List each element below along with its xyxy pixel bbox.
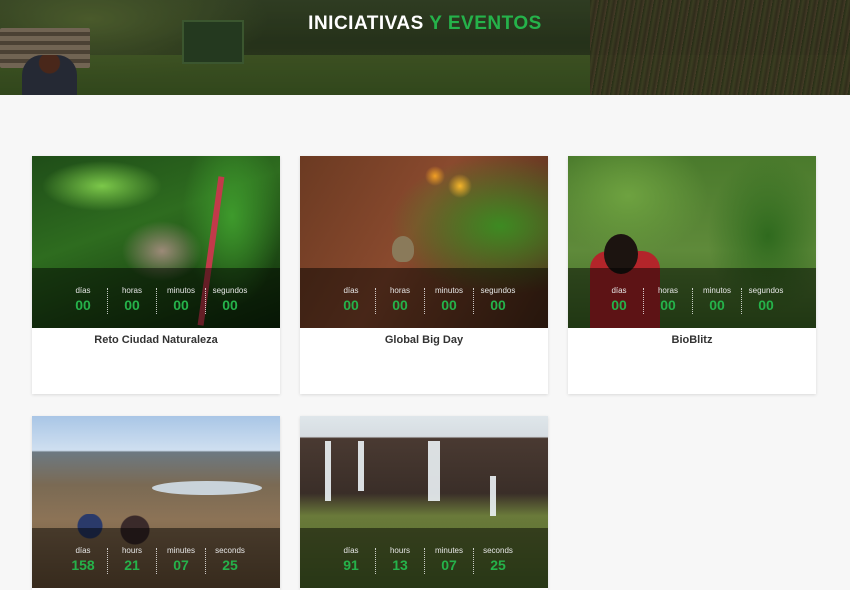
- event-title[interactable]: BioBlitz: [568, 328, 816, 346]
- countdown-minutes: minutos 00: [693, 286, 741, 314]
- countdown-value: 25: [222, 557, 238, 573]
- event-card-reto-ciudad-naturaleza[interactable]: días 00 horas 00 minutos 00 segundos 00 …: [32, 156, 280, 394]
- countdown-label: minutes: [166, 546, 195, 555]
- countdown-days: días 00: [59, 286, 107, 314]
- countdown-label: segundos: [480, 286, 516, 295]
- countdown-hours: horas 00: [644, 286, 692, 314]
- countdown-label: minutos: [702, 286, 731, 295]
- countdown-hours: hours 21: [108, 546, 156, 574]
- countdown-value: 00: [75, 297, 91, 313]
- countdown-label: días: [343, 546, 359, 555]
- countdown-label: minutos: [434, 286, 463, 295]
- countdown-label: horas: [657, 286, 678, 295]
- event-image[interactable]: días 158 hours 21 minutes 07 seconds 25: [32, 416, 280, 588]
- countdown-label: segundos: [748, 286, 784, 295]
- countdown-label: horas: [389, 286, 410, 295]
- countdown-label: días: [611, 286, 627, 295]
- countdown-value: 158: [71, 557, 95, 573]
- countdown-days: días 158: [59, 546, 107, 574]
- countdown-label: hours: [389, 546, 410, 555]
- countdown-timer: días 158 hours 21 minutes 07 seconds 25: [32, 528, 280, 588]
- countdown-value: 07: [441, 557, 457, 573]
- countdown-seconds: seconds 25: [206, 546, 254, 574]
- page-title: INICIATIVAS Y EVENTOS: [0, 13, 850, 35]
- image-waterfall: [325, 441, 331, 501]
- countdown-value: 21: [124, 557, 140, 573]
- event-image[interactable]: días 00 horas 00 minutos 00 segundos 00: [32, 156, 280, 328]
- hero-banner: INICIATIVAS Y EVENTOS: [0, 0, 850, 95]
- event-image[interactable]: días 00 horas 00 minutos 00 segundos 00: [568, 156, 816, 328]
- countdown-value: 00: [222, 297, 238, 313]
- countdown-label: días: [343, 286, 359, 295]
- event-image[interactable]: días 00 horas 00 minutos 00 segundos 00: [300, 156, 548, 328]
- countdown-minutes: minutos 00: [425, 286, 473, 314]
- countdown-label: días: [75, 286, 91, 295]
- countdown-days: días 91: [327, 546, 375, 574]
- countdown-label: hours: [121, 546, 142, 555]
- event-card-global-big-day[interactable]: días 00 horas 00 minutos 00 segundos 00 …: [300, 156, 548, 394]
- countdown-hours: horas 00: [376, 286, 424, 314]
- event-title[interactable]: Global Big Day: [300, 328, 548, 346]
- image-hummingbird: [392, 236, 414, 262]
- image-waterfall: [490, 476, 496, 516]
- countdown-value: 00: [173, 297, 189, 313]
- countdown-timer: días 91 hours 13 minutes 07 seconds 25: [300, 528, 548, 588]
- countdown-value: 25: [490, 557, 506, 573]
- countdown-seconds: seconds 25: [474, 546, 522, 574]
- countdown-hours: hours 13: [376, 546, 424, 574]
- countdown-minutes: minutes 07: [425, 546, 473, 574]
- countdown-value: 91: [343, 557, 359, 573]
- image-lake: [152, 481, 262, 495]
- event-card-mountains[interactable]: días 158 hours 21 minutes 07 seconds 25: [32, 416, 280, 590]
- countdown-value: 00: [392, 297, 408, 313]
- countdown-value: 00: [758, 297, 774, 313]
- countdown-label: días: [75, 546, 91, 555]
- countdown-value: 00: [490, 297, 506, 313]
- countdown-label: minutes: [434, 546, 463, 555]
- countdown-value: 00: [124, 297, 140, 313]
- countdown-value: 00: [343, 297, 359, 313]
- countdown-hours: horas 00: [108, 286, 156, 314]
- event-card-bioblitz[interactable]: días 00 horas 00 minutos 00 segundos 00 …: [568, 156, 816, 394]
- countdown-label: minutos: [166, 286, 195, 295]
- countdown-value: 00: [660, 297, 676, 313]
- event-image[interactable]: días 91 hours 13 minutes 07 seconds 25: [300, 416, 548, 588]
- countdown-seconds: segundos 00: [742, 286, 790, 314]
- countdown-value: 07: [173, 557, 189, 573]
- image-waterfall: [358, 441, 364, 491]
- countdown-timer: días 00 horas 00 minutos 00 segundos 00: [300, 268, 548, 328]
- page-title-accent: Y EVENTOS: [429, 13, 542, 34]
- countdown-value: 13: [392, 557, 408, 573]
- event-title[interactable]: Reto Ciudad Naturaleza: [32, 328, 280, 346]
- countdown-seconds: segundos 00: [206, 286, 254, 314]
- countdown-value: 00: [441, 297, 457, 313]
- countdown-label: segundos: [212, 286, 248, 295]
- countdown-days: días 00: [327, 286, 375, 314]
- event-card-waterfall[interactable]: días 91 hours 13 minutes 07 seconds 25: [300, 416, 548, 590]
- image-waterfall: [428, 441, 440, 501]
- countdown-seconds: segundos 00: [474, 286, 522, 314]
- page-title-main: INICIATIVAS: [308, 13, 424, 34]
- countdown-timer: días 00 horas 00 minutos 00 segundos 00: [32, 268, 280, 328]
- countdown-days: días 00: [595, 286, 643, 314]
- countdown-value: 00: [611, 297, 627, 313]
- countdown-minutes: minutos 00: [157, 286, 205, 314]
- countdown-minutes: minutes 07: [157, 546, 205, 574]
- countdown-label: horas: [121, 286, 142, 295]
- countdown-label: seconds: [483, 546, 513, 555]
- countdown-timer: días 00 horas 00 minutos 00 segundos 00: [568, 268, 816, 328]
- countdown-value: 00: [709, 297, 725, 313]
- countdown-label: seconds: [215, 546, 245, 555]
